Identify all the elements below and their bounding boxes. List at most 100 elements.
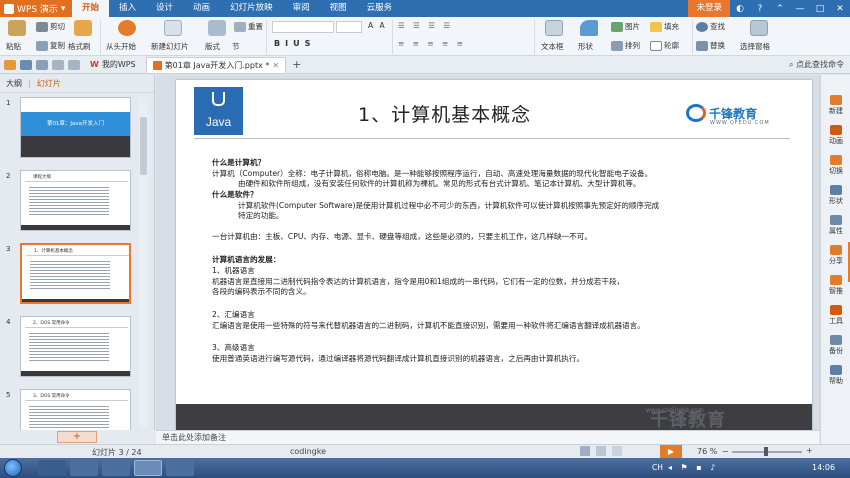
open-icon[interactable] (4, 59, 16, 70)
taskbar-app-wps[interactable] (134, 460, 162, 476)
heading-what-is-software[interactable]: 什么是软件？ (212, 190, 258, 200)
task-pane-smart[interactable]: 智推 (821, 275, 850, 296)
body-line[interactable]: 计算机软件(Computer Software)是使用计算机过程中必不可少的东西… (238, 201, 659, 211)
select-pane-button[interactable]: 选择窗格 (740, 41, 770, 52)
align-buttons[interactable]: ≡ ≡ ≡ ≡ ≡ (398, 39, 466, 48)
reading-view-icon[interactable] (612, 446, 622, 456)
font-grow-buttons[interactable]: A A (368, 21, 387, 30)
panel-scroll-thumb[interactable] (140, 117, 147, 175)
start-button-icon[interactable] (4, 459, 22, 477)
font-size-select[interactable] (336, 21, 362, 33)
minimize-ribbon-icon[interactable]: ⌃ (770, 4, 790, 14)
normal-view-icon[interactable] (580, 446, 590, 456)
tab-design[interactable]: 设计 (146, 0, 183, 17)
zoom-out-icon[interactable]: − (722, 447, 729, 456)
section-button[interactable]: 节 (232, 41, 240, 52)
tab-my-wps[interactable]: W 我的WPS (84, 57, 142, 73)
notes-pane[interactable]: 单击此处添加备注 (156, 430, 819, 444)
close-tab-icon[interactable]: ✕ (272, 61, 279, 70)
task-pane-help[interactable]: 帮助 (821, 365, 850, 386)
taskbar-app-explorer[interactable] (38, 460, 66, 476)
subheading-high-level[interactable]: 3、高级语言 (212, 343, 255, 353)
task-pane-transition[interactable]: 切换 (821, 155, 850, 176)
find-button[interactable]: 查找 (696, 21, 725, 32)
outline-button[interactable]: 轮廓 (650, 40, 679, 51)
font-style-buttons[interactable]: BIUS (274, 39, 315, 48)
paragraph-buttons[interactable]: ☰ ☰ ☰ ☰ (398, 21, 453, 30)
task-pane-animation[interactable]: 动画 (821, 125, 850, 146)
picture-button[interactable]: 图片 (611, 21, 640, 32)
subheading-assembly[interactable]: 2、汇编语言 (212, 310, 255, 320)
body-line[interactable]: 特定的功能。 (238, 211, 284, 221)
body-line[interactable]: 汇编语言是使用一些特殊的符号来代替机器语言的二进制码，计算机不能直接识别，需要用… (212, 321, 645, 331)
print-icon[interactable] (36, 59, 48, 70)
save-icon[interactable] (20, 59, 32, 70)
taskbar-app-media[interactable] (166, 460, 194, 476)
layout-icon[interactable] (208, 20, 226, 36)
body-line[interactable]: 机器语言是直接用二进制代码指令表达的计算机语言，指令是用0和1组成的一串代码，它… (212, 277, 624, 287)
tab-insert[interactable]: 插入 (109, 0, 146, 17)
heading-language-development[interactable]: 计算机语言的发展： (212, 255, 280, 265)
slide-thumbnail[interactable]: 2、DOS 常用命令 (20, 316, 131, 377)
slide-thumbnail[interactable]: 1、计算机基本概念 (20, 243, 131, 304)
tab-slides[interactable]: 幻灯片 (37, 78, 61, 89)
slide-thumbnail[interactable]: 课程大纲 (20, 170, 131, 231)
shape-icon[interactable] (580, 20, 598, 36)
login-button[interactable]: 未登录 (688, 0, 730, 17)
command-search[interactable]: ⌕ 点此查找命令 (789, 59, 850, 70)
task-pane-backup[interactable]: 备份 (821, 335, 850, 356)
select-pane-icon[interactable] (750, 20, 768, 36)
maximize-icon[interactable]: □ (810, 4, 830, 14)
slide-title[interactable]: 1、计算机基本概念 (358, 100, 531, 127)
task-pane-properties[interactable]: 属性 (821, 215, 850, 236)
layout-button[interactable]: 版式 (205, 41, 220, 52)
tab-document[interactable]: 第01章 Java开发入门.pptx * ✕ (145, 56, 287, 73)
task-pane-tools[interactable]: 工具 (821, 305, 850, 326)
add-slide-button[interactable]: + (57, 431, 97, 443)
textbox-icon[interactable] (545, 20, 563, 36)
new-slide-icon[interactable] (164, 20, 182, 36)
format-painter-label[interactable]: 格式刷 (68, 41, 91, 52)
help-icon[interactable]: ? (750, 4, 770, 14)
sorter-view-icon[interactable] (596, 446, 606, 456)
tab-cloud[interactable]: 云服务 (357, 0, 403, 17)
reset-button[interactable]: 重置 (234, 21, 263, 32)
task-pane-new[interactable]: 新建 (821, 95, 850, 116)
task-pane-shape[interactable]: 形状 (821, 185, 850, 206)
body-line[interactable]: 各段的编码表示不同的含义。 (212, 287, 311, 297)
close-icon[interactable]: ✕ (830, 4, 850, 14)
new-tab-icon[interactable]: + (292, 58, 301, 71)
textbox-button[interactable]: 文本框 (541, 41, 564, 52)
format-painter-icon[interactable] (74, 20, 92, 36)
minimize-icon[interactable]: — (790, 4, 810, 14)
from-start-button[interactable]: 从头开始 (106, 41, 136, 52)
task-pane-share[interactable]: 分享 (821, 245, 850, 266)
slide-canvas[interactable]: Java 1、计算机基本概念 千锋教育 WWW.QFEDU.COM 什么是计算机… (176, 80, 812, 430)
tab-review[interactable]: 审阅 (283, 0, 320, 17)
app-menu-button[interactable]: WPS 演示 ▾ (0, 0, 72, 17)
body-line[interactable]: 由硬件和软件所组成，没有安装任何软件的计算机称为裸机。常见的形式有台式计算机、笔… (238, 179, 640, 189)
tab-slideshow[interactable]: 幻灯片放映 (220, 0, 283, 17)
body-line[interactable]: 计算机（Computer）全称：电子计算机，俗称电脑。是一种能够按照程序运行，自… (212, 169, 652, 179)
arrange-button[interactable]: 排列 (611, 40, 640, 51)
fill-button[interactable]: 填充 (650, 21, 679, 32)
play-icon[interactable] (118, 20, 136, 36)
skin-icon[interactable]: ◐ (730, 4, 750, 14)
zoom-in-icon[interactable]: + (806, 446, 813, 455)
subheading-machine[interactable]: 1、机器语言 (212, 266, 255, 276)
font-name-select[interactable] (272, 21, 334, 33)
tray-icons[interactable]: ◂ ⚑ ▪ ♪ (668, 463, 718, 472)
heading-what-is-computer[interactable]: 什么是计算机？ (212, 158, 265, 168)
paste-icon[interactable] (8, 20, 26, 36)
slide-thumbnail[interactable]: 第01章：Java开发入门 (20, 97, 131, 158)
tab-home[interactable]: 开始 (72, 0, 110, 17)
tab-animation[interactable]: 动画 (183, 0, 220, 17)
panel-scrollbar[interactable] (139, 97, 148, 427)
body-line[interactable]: 使用普通英语进行编写源代码，通过编译器将源代码翻译成计算机直接识别的机器语言，之… (212, 354, 584, 364)
replace-button[interactable]: 替换 (696, 40, 725, 51)
copy-button[interactable]: 复制 (36, 40, 65, 51)
body-line[interactable]: 一台计算机由：主板、CPU、内存、电源、显卡、硬盘等组成，这些是必须的，只要主机… (212, 232, 592, 242)
taskbar-app-ie[interactable] (70, 460, 98, 476)
paste-label[interactable]: 粘贴 (6, 41, 21, 52)
new-slide-button[interactable]: 新建幻灯片 (151, 41, 189, 52)
